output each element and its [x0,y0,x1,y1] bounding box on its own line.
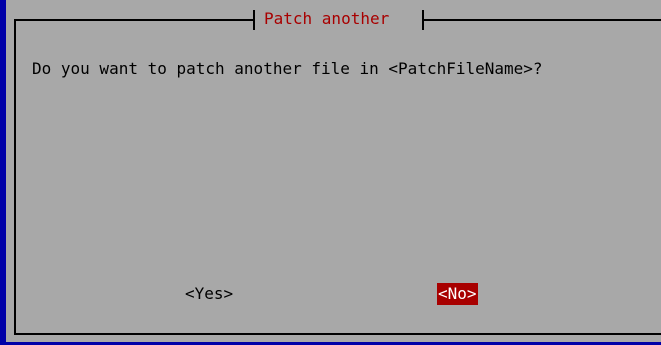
dialog-title: Patch another [264,9,390,28]
frame-bottom-line [14,333,661,335]
frame-top-right-line [424,19,661,21]
frame-left-line [14,19,16,333]
yes-button[interactable]: <Yes> [184,283,234,305]
no-button[interactable]: <No> [437,283,478,305]
patch-dialog: Patch another Do you want to patch anoth… [6,0,661,342]
terminal-screen: Patch another Do you want to patch anoth… [0,0,661,345]
title-right-tick [422,10,424,30]
dialog-message: Do you want to patch another file in <Pa… [32,59,543,78]
frame-top-left-line [14,19,254,21]
title-left-tick [253,10,255,30]
